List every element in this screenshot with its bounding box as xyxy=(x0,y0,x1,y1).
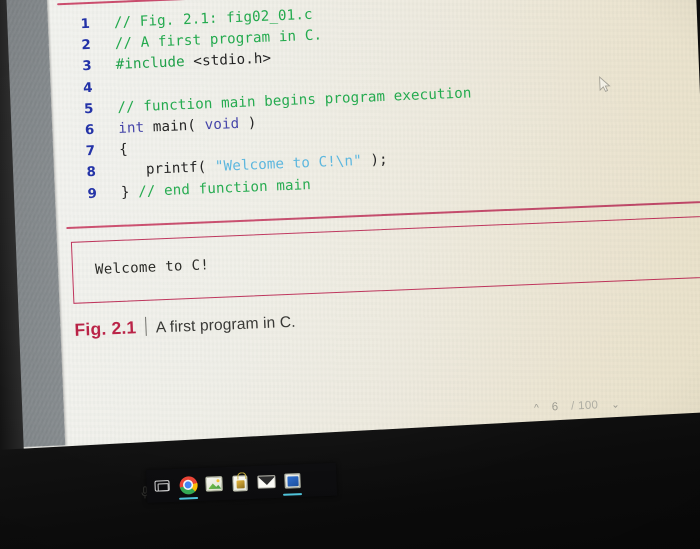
code-line-number: 6 xyxy=(84,122,95,139)
figure-number: Fig. 2.1 xyxy=(74,317,137,340)
code-line-number: 2 xyxy=(81,38,92,54)
laptop-screen: 1// Fig. 2.1: fig02_01.c 2// A first prog… xyxy=(0,0,700,490)
code-line-number: 3 xyxy=(82,59,93,75)
code-line-source xyxy=(95,90,117,91)
store-icon[interactable] xyxy=(228,471,252,495)
program-output-box: Welcome to C! xyxy=(70,213,700,304)
code-token-plain: <stdio.h> xyxy=(184,50,272,71)
mail-icon[interactable] xyxy=(254,470,278,494)
chrome-icon[interactable] xyxy=(176,473,200,497)
code-line-number: 9 xyxy=(87,186,98,202)
code-token-cmt: // end function main xyxy=(137,176,312,200)
code-line-source: { xyxy=(97,140,128,162)
code-token-plain: ) xyxy=(238,115,257,132)
photos-icon[interactable] xyxy=(202,472,226,496)
code-line-number: 7 xyxy=(85,143,96,160)
screenshot-root: 1// Fig. 2.1: fig02_01.c 2// A first prog… xyxy=(0,0,700,549)
current-page-number[interactable]: 6 xyxy=(552,401,559,413)
code-line-number: 5 xyxy=(83,101,94,117)
code-line-number: 8 xyxy=(86,165,97,181)
code-token-plain: ); xyxy=(361,152,389,170)
code-token-kw: int xyxy=(117,119,145,137)
page-navigator[interactable]: ^ 6 / 100 ⌄ xyxy=(534,399,620,414)
code-token-pre: #include xyxy=(115,54,186,74)
chevron-up-icon[interactable]: ^ xyxy=(534,402,539,413)
mouse-cursor xyxy=(599,76,611,93)
code-token-str: "Welcome to C!\n" xyxy=(214,153,363,176)
code-token-plain: } xyxy=(120,183,139,201)
total-page-count: / 100 xyxy=(570,399,599,413)
program-output-text: Welcome to C! xyxy=(94,257,210,278)
code-line-number: 4 xyxy=(82,80,93,96)
figure-caption: Fig. 2.1 A first program in C. xyxy=(74,308,296,341)
task-view-icon[interactable] xyxy=(150,474,174,498)
code-token-plain: printf( xyxy=(119,159,216,180)
chevron-down-icon[interactable]: ⌄ xyxy=(611,399,620,410)
code-listing: 1// Fig. 2.1: fig02_01.c 2// A first prog… xyxy=(58,0,700,206)
document-page: 1// Fig. 2.1: fig02_01.c 2// A first prog… xyxy=(44,0,700,490)
code-token-plain: main( xyxy=(143,117,205,136)
code-line-number: 1 xyxy=(80,16,91,33)
code-token-kw: void xyxy=(204,115,240,134)
blue-app-icon[interactable] xyxy=(280,469,304,493)
code-token-plain: { xyxy=(118,141,129,158)
figure-caption-text: A first program in C. xyxy=(155,313,296,337)
caption-divider xyxy=(144,316,148,336)
